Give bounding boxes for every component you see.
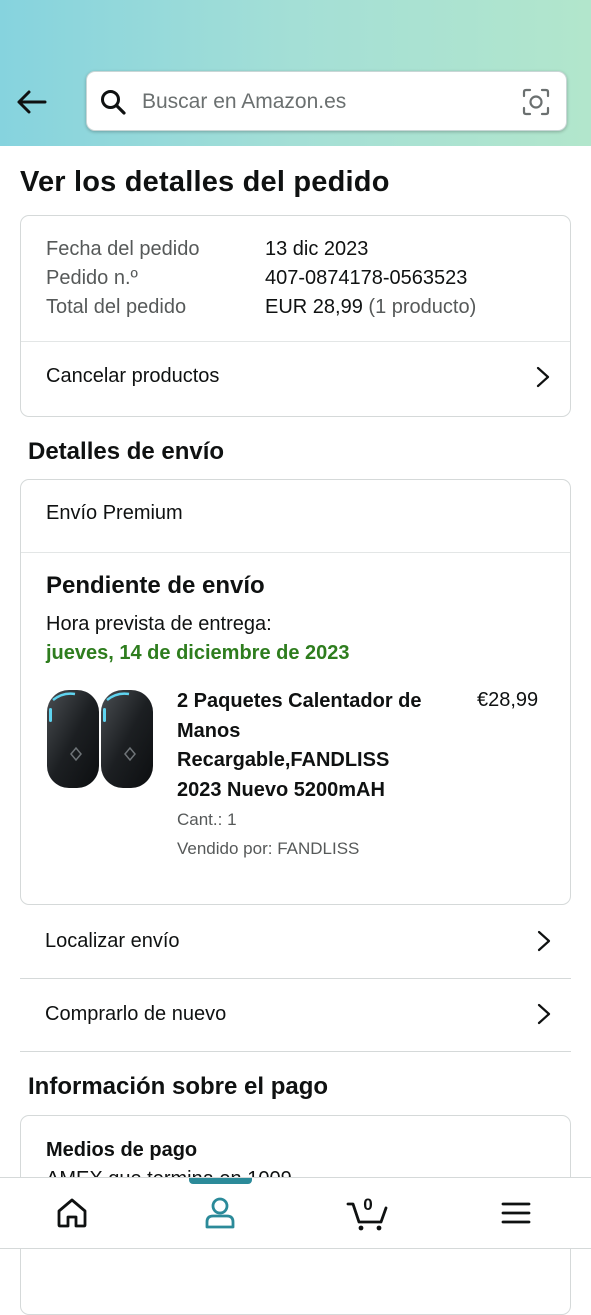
nav-account[interactable] <box>180 1178 260 1248</box>
divider <box>21 552 570 553</box>
header: Buscar en Amazon.es <box>0 0 591 146</box>
account-icon <box>205 1197 235 1229</box>
buy-again-row[interactable]: Comprarlo de nuevo <box>20 979 571 1051</box>
product-image[interactable] <box>45 688 155 792</box>
shipment-status: Pendiente de envío <box>46 572 265 599</box>
shipping-method: Envío Premium <box>46 502 183 524</box>
nav-home[interactable] <box>32 1178 112 1248</box>
cart-icon <box>346 1202 388 1231</box>
product-title-link[interactable]: 2 Paquetes Calentador de Manos Recargabl… <box>177 687 427 805</box>
payment-section-title: Información sobre el pago <box>28 1073 329 1100</box>
payment-methods-title: Medios de pago <box>46 1139 198 1161</box>
order-total-label: Total del pedido <box>46 296 187 318</box>
order-item-count: (1 producto) <box>368 296 477 318</box>
track-shipment-label: Localizar envío <box>45 930 180 952</box>
order-number-value: 407-0874178-0563523 <box>265 267 468 289</box>
product-price: €28,99 <box>477 689 539 711</box>
chevron-right-icon <box>537 930 551 952</box>
cancel-products-row[interactable]: Cancelar productos <box>21 342 570 416</box>
order-total-amount: EUR 28,99 <box>265 296 363 318</box>
divider <box>20 1051 571 1052</box>
camera-scan-icon[interactable] <box>522 88 550 116</box>
bottom-nav: 0 <box>0 1177 591 1249</box>
product-quantity: Cant.: 1 <box>177 810 237 829</box>
back-arrow-icon[interactable] <box>14 84 50 120</box>
chevron-right-icon <box>536 366 550 388</box>
nav-menu[interactable] <box>476 1178 556 1248</box>
buy-again-label: Comprarlo de nuevo <box>45 1003 227 1025</box>
search-icon <box>101 90 126 115</box>
home-icon <box>57 1198 87 1228</box>
shipping-section-title: Detalles de envío <box>28 438 225 465</box>
nav-cart[interactable]: 0 <box>328 1178 408 1248</box>
eta-label: Hora prevista de entrega: <box>46 613 272 635</box>
order-date-label: Fecha del pedido <box>46 238 200 260</box>
order-total-value: EUR 28,99 (1 producto) <box>265 296 476 319</box>
order-date-value: 13 dic 2023 <box>265 238 369 260</box>
chevron-right-icon <box>537 1003 551 1025</box>
search-input[interactable]: Buscar en Amazon.es <box>142 90 346 114</box>
search-bar[interactable]: Buscar en Amazon.es <box>86 71 567 131</box>
eta-date: jueves, 14 de diciembre de 2023 <box>46 642 350 664</box>
shipment-card: Envío Premium Pendiente de envío Hora pr… <box>20 479 571 905</box>
product-seller: Vendido por: FANDLISS <box>177 839 360 858</box>
menu-icon <box>501 1202 531 1224</box>
track-shipment-row[interactable]: Localizar envío <box>20 906 571 978</box>
order-summary-card: Fecha del pedido 13 dic 2023 Pedido n.º … <box>20 215 571 417</box>
order-number-label: Pedido n.º <box>46 267 138 289</box>
page-title: Ver los detalles del pedido <box>20 166 390 198</box>
cancel-products-label: Cancelar productos <box>46 365 220 387</box>
